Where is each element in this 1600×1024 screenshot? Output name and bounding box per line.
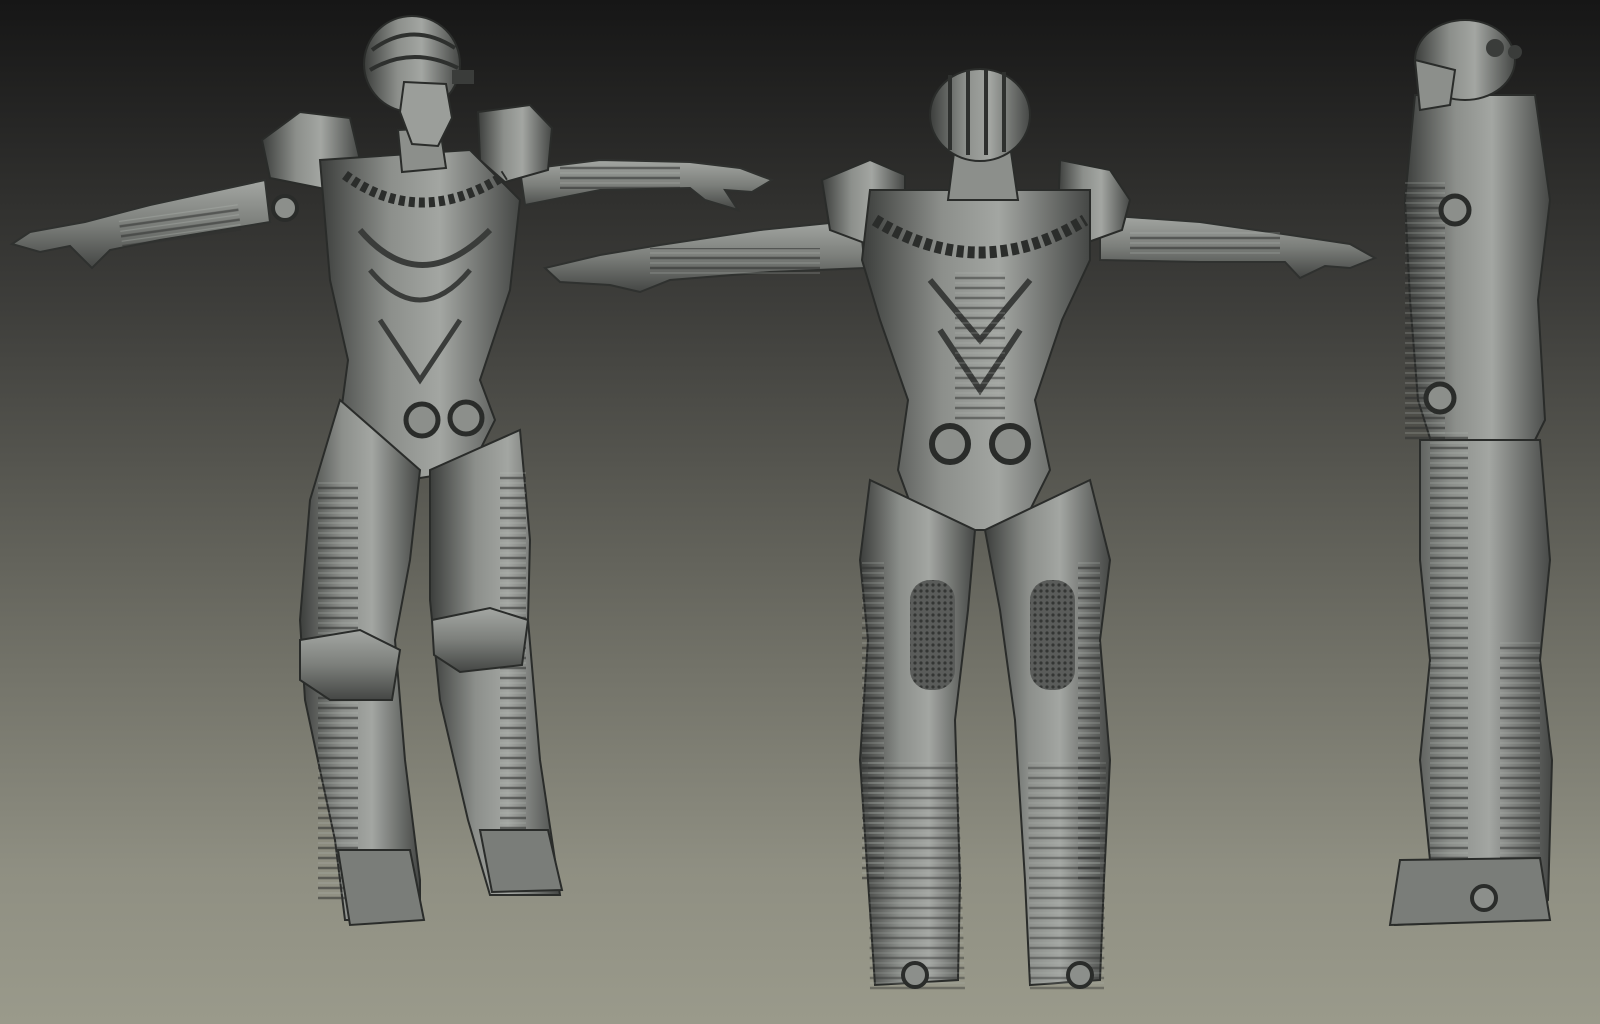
figure-back-view	[542, 68, 1378, 992]
boot-left	[336, 849, 426, 927]
sculpt-render	[9, 15, 1554, 992]
boot-right	[478, 829, 564, 894]
render-viewport	[0, 0, 1600, 1024]
boot-left	[868, 760, 965, 992]
helmet	[929, 68, 1031, 162]
boot	[1388, 856, 1552, 927]
face-visor	[1413, 58, 1457, 112]
figure-front-view	[9, 15, 775, 927]
boot-right	[1028, 760, 1106, 992]
knee-guard-right	[430, 606, 530, 674]
figure-side-view	[1388, 19, 1554, 927]
